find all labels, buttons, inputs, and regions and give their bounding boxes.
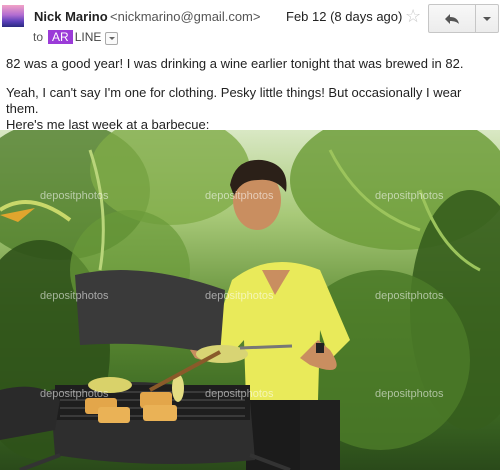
body-paragraph-1: 82 was a good year! I was drinking a win… xyxy=(6,56,464,71)
recipient-highlight: AR xyxy=(48,30,73,44)
reply-button[interactable] xyxy=(429,5,476,32)
watermark: depositphotos xyxy=(375,388,444,400)
watermark: depositphotos xyxy=(375,190,444,202)
attached-photo[interactable]: depositphotos depositphotos depositphoto… xyxy=(0,130,500,470)
recipients-row: to AR LINE xyxy=(33,30,119,45)
sender-email: <nickmarino@gmail.com> xyxy=(110,9,261,24)
watermark: depositphotos xyxy=(205,290,274,302)
more-options-button[interactable] xyxy=(476,5,498,32)
sender-name[interactable]: Nick Marino xyxy=(34,9,108,24)
message-body: 82 was a good year! I was drinking a win… xyxy=(6,56,496,133)
watermark: depositphotos xyxy=(205,190,274,202)
reply-button-group xyxy=(428,4,499,33)
watermark: depositphotos xyxy=(40,190,109,202)
star-icon[interactable]: ☆ xyxy=(405,6,421,27)
sender-avatar[interactable] xyxy=(2,5,24,27)
watermark: depositphotos xyxy=(375,290,444,302)
reply-icon xyxy=(445,13,459,24)
show-details-toggle[interactable] xyxy=(105,31,119,45)
recipient-name: LINE xyxy=(74,30,102,44)
to-label: to xyxy=(33,30,44,44)
watermark: depositphotos xyxy=(205,388,274,400)
message-date: Feb 12 (8 days ago) xyxy=(286,9,403,24)
body-paragraph-2-line-1: Yeah, I can't say I'm one for clothing. … xyxy=(6,85,462,116)
message-header: Nick Marino <nickmarino@gmail.com> to AR… xyxy=(0,0,500,50)
chevron-down-icon xyxy=(483,16,491,21)
watermark: depositphotos xyxy=(40,388,109,400)
watermark: depositphotos xyxy=(40,290,109,302)
